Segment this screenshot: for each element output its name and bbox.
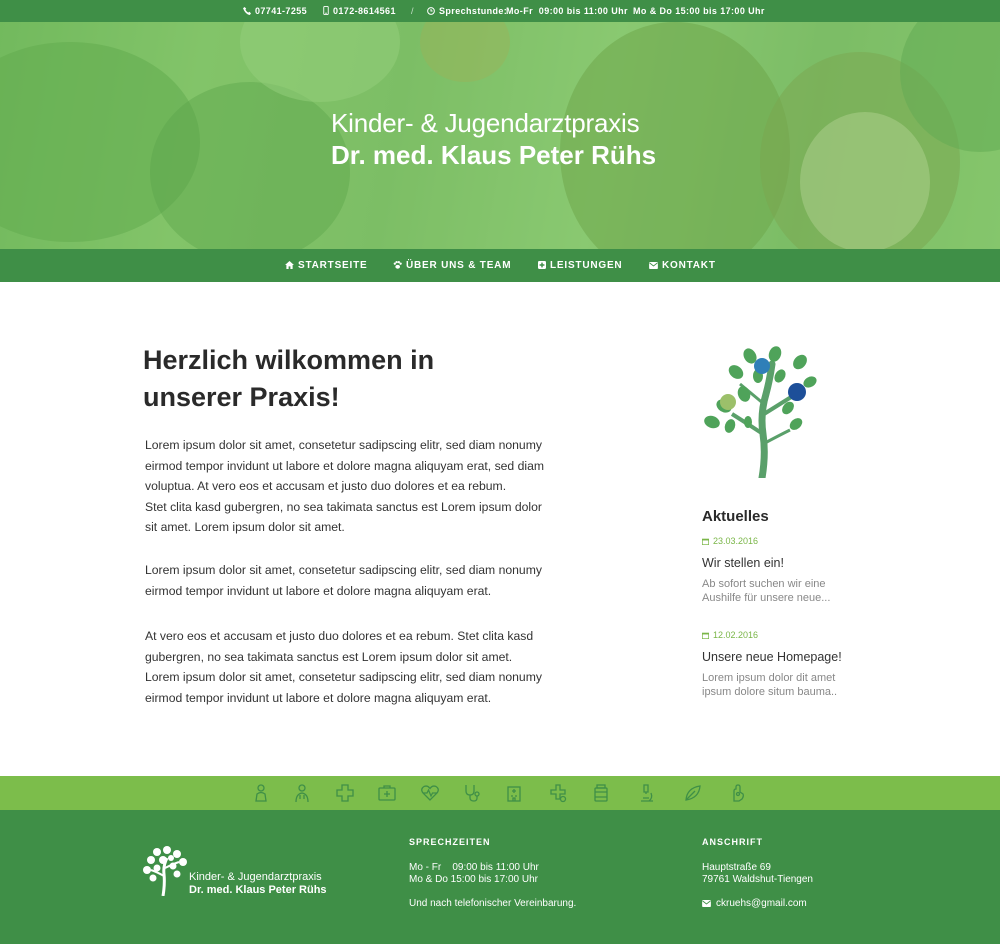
welcome-heading-line2: unserer Praxis! (143, 382, 340, 412)
phone-1[interactable]: 07741-7255 (243, 6, 307, 16)
paw-icon (393, 261, 402, 269)
leaf-icon (685, 785, 701, 801)
microscope-icon (641, 784, 653, 802)
plus-square-icon (538, 261, 546, 269)
clock-icon (427, 7, 435, 15)
welcome-heading: Herzlich wilkommen in unserer Praxis! (143, 342, 483, 416)
phone-1-text: 07741-7255 (255, 6, 308, 16)
hours-mo-do: Mo & Do 15:00 bis 17:00 Uhr (633, 6, 765, 16)
paragraph-line: At vero eos et accusam et justo duo dolo… (145, 629, 534, 643)
intro-paragraph-3: At vero eos et accusam et justo duo dolo… (145, 626, 595, 708)
child-icon (255, 784, 267, 802)
hospital-icon (507, 786, 521, 802)
first-aid-kit-icon (378, 785, 396, 801)
office-hours: Sprechstunde: (427, 6, 507, 16)
footer-email[interactable]: ckruehs@gmail.com (702, 898, 807, 910)
calendar-icon (702, 632, 709, 639)
paragraph-line: sit amet. Lorem ipsum dolor sit amet. (145, 520, 345, 534)
main-navigation: STARTSEITE ÜBER UNS & TEAM LEISTUNGEN KO… (0, 249, 1000, 282)
news-title-1[interactable]: Wir stellen ein! (702, 556, 784, 570)
news-excerpt-1: Ab sofort suchen wir eine Aushilfe für u… (702, 577, 862, 605)
news-date-1-text: 23.03.2016 (713, 536, 759, 546)
footer-address-heading: ANSCHRIFT (702, 837, 763, 847)
paragraph-line: Lorem ipsum dolor sit amet, consetetur s… (145, 563, 542, 577)
footer-hours-heading: SPRECHZEITEN (409, 837, 491, 847)
footer-hours-note: Und nach telefonischer Vereinbarung. (409, 898, 577, 909)
nav-label-ueber-uns: ÜBER UNS & TEAM (406, 260, 512, 271)
hero-banner: Kinder- & Jugendarztpraxis Dr. med. Klau… (0, 22, 1000, 249)
nav-item-ueber-uns[interactable]: ÜBER UNS & TEAM (393, 260, 511, 271)
news-date-1: 23.03.2016 (702, 536, 758, 546)
pill-cross-icon (550, 784, 567, 803)
envelope-icon (649, 262, 658, 269)
bandage-icon (336, 784, 354, 802)
site-footer: Kinder- & Jugendarztpraxis Dr. med. Klau… (0, 810, 1000, 944)
intro-paragraph-2: Lorem ipsum dolor sit amet, consetetur s… (145, 560, 595, 601)
phone-icon (243, 7, 251, 15)
nav-item-leistungen[interactable]: LEISTUNGEN (538, 260, 622, 271)
hours-label: Sprechstunde: (439, 6, 508, 16)
paragraph-line: Lorem ipsum dolor sit amet, consetetur s… (145, 670, 542, 684)
phone-2-text: 0172-8614561 (333, 6, 396, 16)
heartbeat-icon (421, 785, 439, 801)
nav-label-kontakt: KONTAKT (662, 260, 716, 271)
nav-label-startseite: STARTSEITE (298, 260, 368, 271)
hours-weekdays: Mo-Fr 09:00 bis 11:00 Uhr (506, 6, 628, 16)
medicine-bottle-icon (594, 784, 608, 802)
paragraph-line: Stet clita kasd gubergren, no sea takima… (145, 499, 542, 514)
news-title-2[interactable]: Unsere neue Homepage! (702, 650, 842, 664)
doctor-icon (295, 784, 309, 803)
news-date-2: 12.02.2016 (702, 630, 758, 640)
hero-title-line2: Dr. med. Klaus Peter Rühs (331, 140, 657, 170)
footer-hours-line2: Mo & Do 15:00 bis 17:00 Uhr (409, 874, 538, 885)
paragraph-line: eirmod tempor invidunt ut labore et dolo… (145, 583, 492, 598)
mobile-icon (323, 6, 329, 15)
nav-item-startseite[interactable]: STARTSEITE (285, 260, 367, 271)
news-date-2-text: 12.02.2016 (713, 630, 759, 640)
news-section-title: Aktuelles (702, 508, 769, 525)
footer-tree-logo (143, 846, 187, 896)
paragraph-line: gubergren, no sea takimata sanctus est L… (145, 649, 513, 664)
tree-illustration (704, 346, 817, 478)
excerpt-line: ipsum dolore situm bauma.. (702, 686, 838, 698)
hero-title-line1: Kinder- & Jugendarztpraxis (331, 108, 640, 138)
excerpt-line: Lorem ipsum dolor dit amet (702, 672, 836, 684)
footer-hours-line1: Mo - Fr 09:00 bis 11:00 Uhr (409, 862, 539, 873)
envelope-icon (702, 900, 711, 907)
nav-item-kontakt[interactable]: KONTAKT (649, 260, 716, 271)
footer-email-text: ckruehs@gmail.com (716, 898, 807, 909)
footer-street: Hauptstraße 69 (702, 862, 771, 873)
paragraph-line: Lorem ipsum dolor sit amet, consetetur s… (145, 438, 542, 452)
calendar-icon (702, 538, 709, 545)
nav-label-leistungen: LEISTUNGEN (550, 260, 623, 271)
excerpt-line: Ab sofort suchen wir eine (702, 578, 826, 590)
intro-paragraph-1: Lorem ipsum dolor sit amet, consetetur s… (145, 435, 595, 538)
footer-brand-line2: Dr. med. Klaus Peter Rühs (189, 884, 327, 896)
stethoscope-icon (465, 785, 480, 802)
paragraph-line: eirmod tempor invidunt ut labore et dolo… (145, 690, 492, 705)
footer-brand-line1: Kinder- & Jugendarztpraxis (189, 871, 322, 883)
phone-2[interactable]: 0172-8614561 (323, 6, 396, 16)
footer-city: 79761 Waldshut-Tiengen (702, 874, 813, 885)
excerpt-line: Aushilfe für unsere neue... (702, 592, 831, 604)
top-contact-bar: 07741-7255 0172-8614561 / Sprechstunde: … (0, 0, 1000, 22)
news-excerpt-2: Lorem ipsum dolor dit amet ipsum dolore … (702, 671, 862, 699)
topbar-separator: / (411, 6, 414, 16)
hand-icon (733, 784, 744, 802)
paragraph-line: eirmod tempor invidunt ut labore et dolo… (145, 458, 545, 473)
home-icon (285, 261, 294, 269)
medical-icon-band (0, 776, 1000, 810)
welcome-heading-line1: Herzlich wilkommen in (143, 345, 435, 375)
paragraph-line: voluptua. At vero eos et accusam et just… (145, 479, 507, 493)
